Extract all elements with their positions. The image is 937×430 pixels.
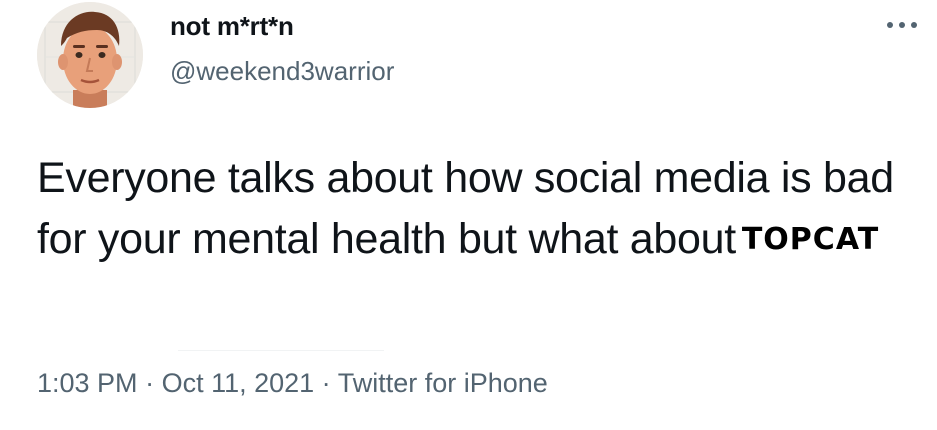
user-handle[interactable]: @weekend3warrior (170, 55, 394, 87)
meta-separator: · (137, 368, 162, 398)
tweet-date[interactable]: Oct 11, 2021 (162, 368, 315, 398)
tweet-card: not m*rt*n @weekend3warrior Everyone tal… (0, 0, 937, 430)
avatar-face-icon (37, 2, 143, 108)
avatar[interactable] (37, 2, 143, 108)
meta-separator: · (314, 368, 338, 398)
tweet-text-emphasis: TOPCAT (741, 222, 880, 257)
tweet-source[interactable]: Twitter for iPhone (338, 368, 548, 398)
tweet-text: Everyone talks about how social media is… (37, 148, 927, 270)
more-options-button[interactable] (884, 14, 920, 36)
ellipsis-icon (887, 22, 917, 28)
display-name[interactable]: not m*rt*n (170, 10, 294, 42)
tweet-metadata: 1:03 PM · Oct 11, 2021 · Twitter for iPh… (37, 365, 548, 401)
divider (178, 350, 384, 351)
tweet-time[interactable]: 1:03 PM (37, 368, 138, 398)
